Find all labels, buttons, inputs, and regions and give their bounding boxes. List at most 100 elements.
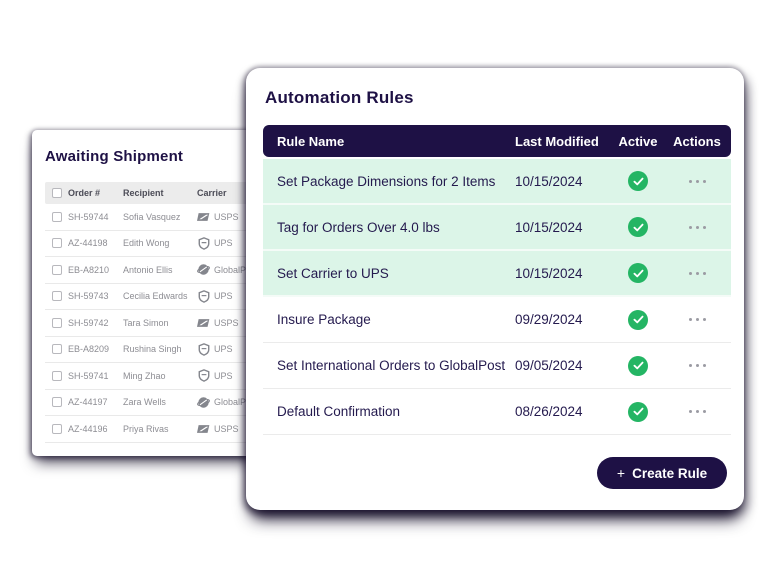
carrier-name: UPS <box>214 371 233 381</box>
shipment-row[interactable]: SH-59744 Sofia Vasquez USPS <box>45 204 265 231</box>
ups-icon <box>197 290 210 303</box>
row-actions-menu-icon[interactable] <box>689 410 706 413</box>
column-header-order: Order # <box>68 188 123 198</box>
shipment-row[interactable]: AZ-44198 Edith Wong UPS <box>45 231 265 258</box>
shipment-row[interactable]: EB-A8209 Rushina Singh UPS <box>45 337 265 364</box>
recipient-name: Ming Zhao <box>123 371 197 381</box>
order-number: EB-A8210 <box>68 265 123 275</box>
row-actions-menu-icon[interactable] <box>689 226 706 229</box>
row-checkbox[interactable] <box>52 371 62 381</box>
carrier-name: UPS <box>214 238 233 248</box>
automation-rules-title: Automation Rules <box>265 88 414 108</box>
row-actions-menu-icon[interactable] <box>689 364 706 367</box>
select-all-checkbox[interactable] <box>52 188 62 198</box>
rule-last-modified: 08/26/2024 <box>515 404 613 419</box>
ups-icon <box>197 343 210 356</box>
rule-name: Set Carrier to UPS <box>263 266 515 281</box>
carrier-name: UPS <box>214 291 233 301</box>
order-number: AZ-44198 <box>68 238 123 248</box>
active-check-icon[interactable] <box>628 310 648 330</box>
row-checkbox[interactable] <box>52 238 62 248</box>
usps-icon <box>197 210 210 223</box>
order-number: SH-59744 <box>68 212 123 222</box>
row-checkbox[interactable] <box>52 318 62 328</box>
awaiting-shipment-title: Awaiting Shipment <box>45 148 183 165</box>
rule-row[interactable]: Set International Orders to GlobalPost 0… <box>263 343 731 389</box>
page: Awaiting Shipment Order # Recipient Carr… <box>0 0 779 584</box>
rule-row[interactable]: Tag for Orders Over 4.0 lbs 10/15/2024 <box>263 205 731 251</box>
automation-rules-header-row: Rule Name Last Modified Active Actions <box>263 125 731 157</box>
usps-icon <box>197 422 210 435</box>
awaiting-shipment-header-row: Order # Recipient Carrier <box>45 182 265 204</box>
globalpost-icon <box>197 396 210 409</box>
rule-name: Set Package Dimensions for 2 Items <box>263 174 515 189</box>
row-checkbox[interactable] <box>52 397 62 407</box>
shipment-row[interactable]: SH-59741 Ming Zhao UPS <box>45 363 265 390</box>
row-checkbox[interactable] <box>52 424 62 434</box>
carrier-name: USPS <box>214 424 239 434</box>
shipment-row[interactable]: AZ-44196 Priya Rivas USPS <box>45 416 265 443</box>
recipient-name: Zara Wells <box>123 397 197 407</box>
rule-last-modified: 09/29/2024 <box>515 312 613 327</box>
column-header-last-modified: Last Modified <box>515 134 613 149</box>
automation-rules-table: Rule Name Last Modified Active Actions S… <box>263 125 731 435</box>
column-header-recipient: Recipient <box>123 188 197 198</box>
row-actions-menu-icon[interactable] <box>689 318 706 321</box>
column-header-actions: Actions <box>663 134 731 149</box>
rule-name: Set International Orders to GlobalPost <box>263 358 515 373</box>
ups-icon <box>197 369 210 382</box>
rule-name: Insure Package <box>263 312 515 327</box>
recipient-name: Tara Simon <box>123 318 197 328</box>
carrier-name: UPS <box>214 344 233 354</box>
row-checkbox[interactable] <box>52 291 62 301</box>
recipient-name: Edith Wong <box>123 238 197 248</box>
plus-icon: + <box>617 465 625 481</box>
shipment-row[interactable]: EB-A8210 Antonio Ellis GlobalPost <box>45 257 265 284</box>
rule-name: Default Confirmation <box>263 404 515 419</box>
awaiting-shipment-table: Order # Recipient Carrier SH-59744 Sofia… <box>45 182 265 443</box>
usps-icon <box>197 316 210 329</box>
order-number: SH-59742 <box>68 318 123 328</box>
automation-rules-card: Automation Rules Rule Name Last Modified… <box>246 68 744 510</box>
order-number: SH-59743 <box>68 291 123 301</box>
create-rule-label: Create Rule <box>632 466 707 481</box>
row-checkbox[interactable] <box>52 212 62 222</box>
shipment-row[interactable]: SH-59743 Cecilia Edwards UPS <box>45 284 265 311</box>
create-rule-button[interactable]: + Create Rule <box>597 457 727 489</box>
active-check-icon[interactable] <box>628 217 648 237</box>
column-header-rule-name: Rule Name <box>263 134 515 149</box>
active-check-icon[interactable] <box>628 263 648 283</box>
recipient-name: Antonio Ellis <box>123 265 197 275</box>
rule-last-modified: 10/15/2024 <box>515 266 613 281</box>
rule-row[interactable]: Set Package Dimensions for 2 Items 10/15… <box>263 159 731 205</box>
row-checkbox[interactable] <box>52 265 62 275</box>
globalpost-icon <box>197 263 210 276</box>
order-number: AZ-44196 <box>68 424 123 434</box>
order-number: AZ-44197 <box>68 397 123 407</box>
awaiting-shipment-card: Awaiting Shipment Order # Recipient Carr… <box>32 130 272 456</box>
recipient-name: Cecilia Edwards <box>123 291 197 301</box>
rule-row[interactable]: Set Carrier to UPS 10/15/2024 <box>263 251 731 297</box>
rule-last-modified: 10/15/2024 <box>515 220 613 235</box>
active-check-icon[interactable] <box>628 402 648 422</box>
carrier-name: USPS <box>214 212 239 222</box>
row-checkbox[interactable] <box>52 344 62 354</box>
rule-row[interactable]: Insure Package 09/29/2024 <box>263 297 731 343</box>
recipient-name: Rushina Singh <box>123 344 197 354</box>
row-actions-menu-icon[interactable] <box>689 272 706 275</box>
rule-row[interactable]: Default Confirmation 08/26/2024 <box>263 389 731 435</box>
active-check-icon[interactable] <box>628 356 648 376</box>
shipment-row[interactable]: AZ-44197 Zara Wells GlobalPost <box>45 390 265 417</box>
shipment-row[interactable]: SH-59742 Tara Simon USPS <box>45 310 265 337</box>
row-actions-menu-icon[interactable] <box>689 180 706 183</box>
active-check-icon[interactable] <box>628 171 648 191</box>
recipient-name: Priya Rivas <box>123 424 197 434</box>
rule-last-modified: 10/15/2024 <box>515 174 613 189</box>
recipient-name: Sofia Vasquez <box>123 212 197 222</box>
ups-icon <box>197 237 210 250</box>
rule-last-modified: 09/05/2024 <box>515 358 613 373</box>
column-header-active: Active <box>613 134 663 149</box>
order-number: SH-59741 <box>68 371 123 381</box>
rule-name: Tag for Orders Over 4.0 lbs <box>263 220 515 235</box>
order-number: EB-A8209 <box>68 344 123 354</box>
